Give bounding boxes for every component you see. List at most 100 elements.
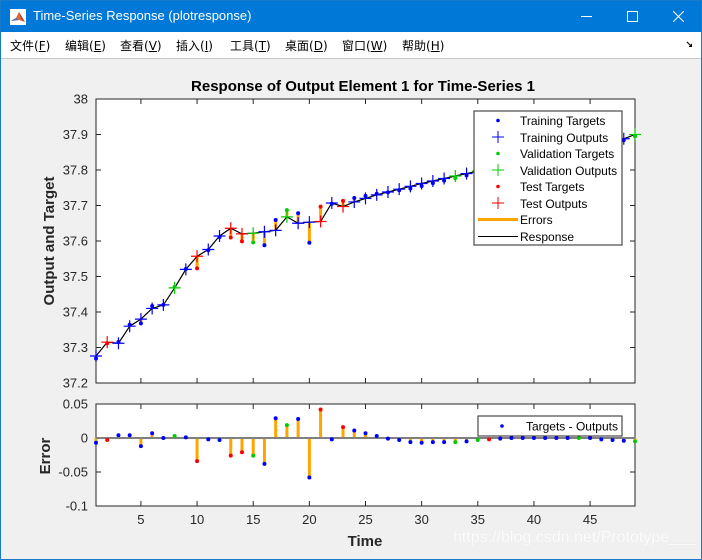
legend-targets-outputs: Targets - Outputs (526, 420, 618, 434)
menu-file[interactable]: 文件(F) (10, 37, 50, 54)
close-icon (672, 11, 684, 22)
error-point (127, 433, 132, 438)
error-point (228, 453, 233, 458)
error-point (475, 438, 480, 443)
menu-window-key: W (370, 39, 383, 53)
error-point (195, 459, 200, 464)
response-ytick-label: 38 (74, 92, 88, 107)
legend-training-outputs: Training Outputs (520, 131, 608, 145)
error-xtick-label: 15 (246, 512, 260, 527)
legend-test-targets: Test Targets (520, 180, 584, 194)
legend-test-targets-marker (496, 184, 500, 189)
error-point (509, 436, 514, 440)
target-point (262, 243, 267, 248)
error-point (385, 436, 390, 441)
error-point (206, 437, 211, 442)
target-point (273, 218, 278, 223)
menu-window-label: 窗口 (342, 39, 367, 53)
error-point (610, 438, 615, 443)
menu-file-key: F (38, 39, 46, 53)
legend-targets-outputs-marker (500, 424, 504, 428)
error-point (262, 461, 267, 466)
target-point (239, 239, 244, 244)
error-point (565, 436, 570, 440)
minimize-button[interactable] (563, 1, 609, 32)
response-ytick-label: 37.9 (63, 127, 88, 142)
title-bar[interactable]: Time-Series Response (plotresponse) (1, 1, 701, 32)
error-point (374, 433, 379, 438)
error-point (329, 437, 334, 442)
dock-arrow-icon[interactable]: ↘ (685, 39, 693, 50)
error-point (172, 433, 177, 438)
error-point (588, 436, 593, 440)
error-xtick-label: 45 (583, 512, 597, 527)
error-point (408, 440, 413, 445)
menu-tools[interactable]: 工具(T) (230, 37, 271, 54)
error-point (352, 428, 357, 433)
response-ytick-label: 37.2 (63, 376, 88, 391)
error-point (239, 450, 244, 455)
error-point (453, 440, 458, 445)
error-point (363, 431, 368, 436)
menu-help-key: H (430, 39, 440, 53)
response-ytick-label: 37.5 (63, 269, 88, 284)
response-ytick-label: 37.7 (63, 198, 88, 213)
response-ytick-label: 37.6 (63, 234, 88, 249)
target-point (296, 211, 301, 216)
figure-canvas: Response of Output Element 1 for Time-Se… (1, 59, 701, 559)
response-ylabel: Output and Target (41, 177, 58, 306)
close-button[interactable] (655, 1, 701, 32)
menu-help[interactable]: 帮助(H) (402, 37, 444, 54)
menu-edit-key: E (93, 39, 102, 53)
error-point (554, 436, 559, 440)
legend-response: Response (520, 230, 574, 244)
watermark: https://blog.csdn.net/Prototype___ (453, 529, 696, 546)
legend-training-targets-marker (496, 118, 500, 123)
response-ytick-label: 37.8 (63, 163, 88, 178)
error-xtick-label: 25 (358, 512, 372, 527)
error-xtick-label: 20 (302, 512, 316, 527)
menu-desktop[interactable]: 桌面(D) (285, 37, 328, 54)
menu-help-label: 帮助 (402, 39, 427, 53)
menu-view[interactable]: 查看(V) (120, 37, 162, 54)
legend-errors: Errors (520, 213, 553, 227)
menu-insert[interactable]: 插入(I) (176, 37, 213, 54)
error-xtick-label: 30 (414, 512, 428, 527)
error-point (531, 436, 536, 440)
target-point (318, 204, 323, 209)
error-ylabel: Error (37, 438, 54, 475)
menu-insert-label: 插入 (176, 39, 201, 53)
response-legend: Training Targets Training Outputs Valida… (473, 110, 623, 246)
error-point (487, 437, 492, 442)
error-legend: Targets - Outputs (477, 415, 623, 437)
error-point (633, 439, 637, 444)
error-point (419, 440, 424, 445)
menu-view-key: V (148, 39, 157, 53)
legend-validation-targets: Validation Targets (520, 147, 614, 161)
error-point (161, 436, 166, 440)
menu-view-label: 查看 (120, 39, 145, 53)
error-point (296, 416, 301, 421)
minimize-icon (580, 16, 592, 17)
menu-edit-label: 编辑 (65, 39, 90, 53)
matlab-icon (10, 9, 26, 25)
menu-window[interactable]: 窗口(W) (342, 37, 387, 54)
menu-file-label: 文件 (10, 39, 35, 53)
menu-edit[interactable]: 编辑(E) (65, 37, 106, 54)
target-point (228, 235, 233, 240)
legend-training-targets: Training Targets (520, 114, 605, 128)
target-point (195, 266, 200, 271)
legend-test-outputs: Test Outputs (520, 197, 587, 211)
menu-desktop-label: 桌面 (285, 39, 310, 53)
error-point (341, 425, 346, 430)
error-point (251, 453, 256, 458)
response-title: Response of Output Element 1 for Time-Se… (191, 78, 535, 95)
error-point (397, 438, 402, 443)
error-point (105, 438, 110, 443)
target-point (307, 240, 312, 245)
error-point (284, 423, 289, 428)
error-point (318, 407, 323, 412)
error-point (138, 444, 143, 449)
error-point (498, 436, 503, 441)
maximize-button[interactable] (609, 1, 655, 32)
